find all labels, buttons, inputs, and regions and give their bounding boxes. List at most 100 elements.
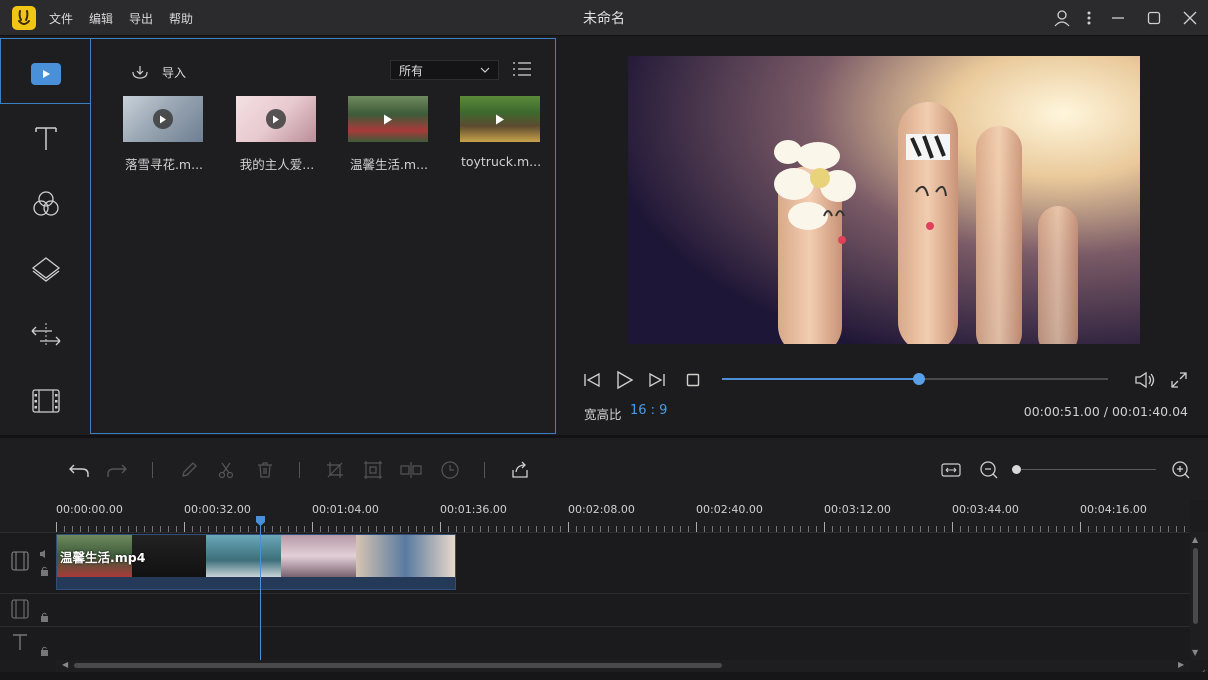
fullscreen-icon (1171, 372, 1187, 388)
zoom-slider-track[interactable] (1016, 469, 1156, 470)
more-options-icon[interactable] (1079, 8, 1099, 28)
ruler-label: 00:03:44.00 (952, 503, 1019, 516)
export-button[interactable] (509, 459, 531, 481)
ruler-label: 00:02:40.00 (696, 503, 763, 516)
media-item[interactable]: 温馨生活.m... (348, 96, 430, 173)
import-button[interactable]: 导入 (130, 62, 186, 82)
progress-fill (722, 378, 919, 380)
delete-button[interactable] (254, 459, 276, 481)
fit-width-icon (941, 463, 961, 477)
media-item[interactable]: 落雪寻花.m... (123, 96, 205, 173)
playhead[interactable] (260, 522, 261, 660)
text-track[interactable] (0, 626, 1190, 660)
sidebar-item-text[interactable] (28, 120, 64, 156)
vertical-scroll-thumb[interactable] (1193, 548, 1198, 624)
lock-icon[interactable] (40, 565, 49, 579)
fullscreen-button[interactable] (1168, 369, 1190, 391)
play-icon (617, 370, 634, 390)
volume-button[interactable] (1134, 369, 1156, 391)
play-icon (266, 109, 286, 129)
play-button[interactable] (614, 369, 636, 391)
play-icon (490, 109, 510, 129)
undo-button[interactable] (68, 459, 90, 481)
time-separator: / (1099, 404, 1112, 419)
film-strip-icon (32, 389, 60, 413)
scroll-up-icon[interactable]: ▲ (1192, 535, 1198, 544)
window-title: 未命名 (583, 11, 625, 27)
sidebar-item-media[interactable] (28, 56, 64, 92)
chevron-down-icon (480, 67, 490, 73)
transition-arrows-icon (31, 323, 61, 347)
split-icon (400, 462, 422, 478)
zoom-in-button[interactable] (1170, 459, 1192, 481)
list-view-button[interactable] (512, 61, 532, 79)
text-track-icon (11, 633, 29, 654)
lock-icon[interactable] (40, 611, 49, 625)
list-view-icon (513, 62, 531, 76)
media-thumbnail (123, 96, 203, 142)
media-thumbnail (460, 96, 540, 142)
filter-select[interactable]: 所有 (390, 60, 499, 80)
media-item[interactable]: 我的主人爱... (236, 96, 318, 173)
media-name: 我的主人爱... (239, 157, 315, 172)
ruler-label: 00:00:32.00 (184, 503, 251, 516)
pencil-icon (182, 462, 197, 477)
filter-select-value: 所有 (399, 63, 424, 78)
time-readout: 00:00:51.00 / 00:01:40.04 (950, 404, 1188, 419)
play-icon (153, 109, 173, 129)
ruler-label: 00:03:12.00 (824, 503, 891, 516)
scroll-left-icon[interactable]: ◀ (62, 660, 68, 669)
scissors-icon (218, 462, 234, 479)
close-icon[interactable] (1180, 8, 1200, 28)
stop-button[interactable] (682, 369, 704, 391)
library-frame-edge (0, 38, 1, 104)
next-frame-button[interactable] (646, 369, 668, 391)
progress-knob[interactable] (912, 373, 925, 385)
volume-icon (1135, 371, 1155, 389)
minimize-icon[interactable] (1108, 8, 1128, 28)
prev-frame-button[interactable] (581, 369, 603, 391)
overlay-track[interactable] (0, 593, 1190, 626)
crop-icon (327, 462, 343, 478)
user-icon[interactable] (1052, 8, 1072, 28)
sidebar-item-overlays[interactable] (28, 251, 64, 287)
sidebar-item-elements[interactable] (28, 383, 64, 419)
text-icon (35, 127, 57, 150)
ruler-label: 00:02:08.00 (568, 503, 635, 516)
sidebar-item-filters[interactable] (28, 186, 64, 222)
maximize-icon[interactable] (1144, 8, 1164, 28)
edit-button[interactable] (178, 459, 200, 481)
lock-icon[interactable] (40, 645, 49, 659)
mosaic-button[interactable] (362, 459, 384, 481)
ruler-label: 00:00:00.00 (56, 503, 123, 516)
media-item[interactable]: toytruck.m... (460, 96, 542, 169)
media-play-icon (31, 63, 61, 85)
preview-video[interactable] (628, 56, 1140, 344)
speaker-icon[interactable] (39, 548, 49, 562)
cut-button[interactable] (215, 459, 237, 481)
clip-name: 温馨生活.mp4 (60, 550, 146, 565)
zoom-out-button[interactable] (978, 459, 1000, 481)
crop-button[interactable] (324, 459, 346, 481)
aspect-ratio-label: 宽高比 (584, 407, 622, 422)
total-time: 00:01:40.04 (1111, 404, 1188, 419)
library-frame-edge (0, 103, 91, 104)
fit-timeline-button[interactable] (940, 459, 962, 481)
duration-button[interactable] (439, 459, 461, 481)
horizontal-scroll-thumb[interactable] (74, 663, 722, 668)
aspect-ratio-value[interactable]: 16 : 9 (630, 403, 667, 418)
share-icon (512, 461, 528, 478)
media-thumbnail (348, 96, 428, 142)
scroll-right-icon[interactable]: ▶ (1178, 660, 1184, 669)
zoom-slider-knob[interactable] (1012, 465, 1021, 474)
layers-icon (31, 257, 61, 282)
clock-icon (441, 461, 459, 479)
sidebar-item-transitions[interactable] (28, 317, 64, 353)
play-icon (378, 109, 398, 129)
split-button[interactable] (400, 459, 422, 481)
zoom-out-icon (980, 461, 998, 479)
redo-icon (107, 464, 127, 477)
zoom-in-icon (1172, 461, 1190, 479)
redo-button[interactable] (106, 459, 128, 481)
scroll-down-icon[interactable]: ▼ (1192, 648, 1198, 657)
